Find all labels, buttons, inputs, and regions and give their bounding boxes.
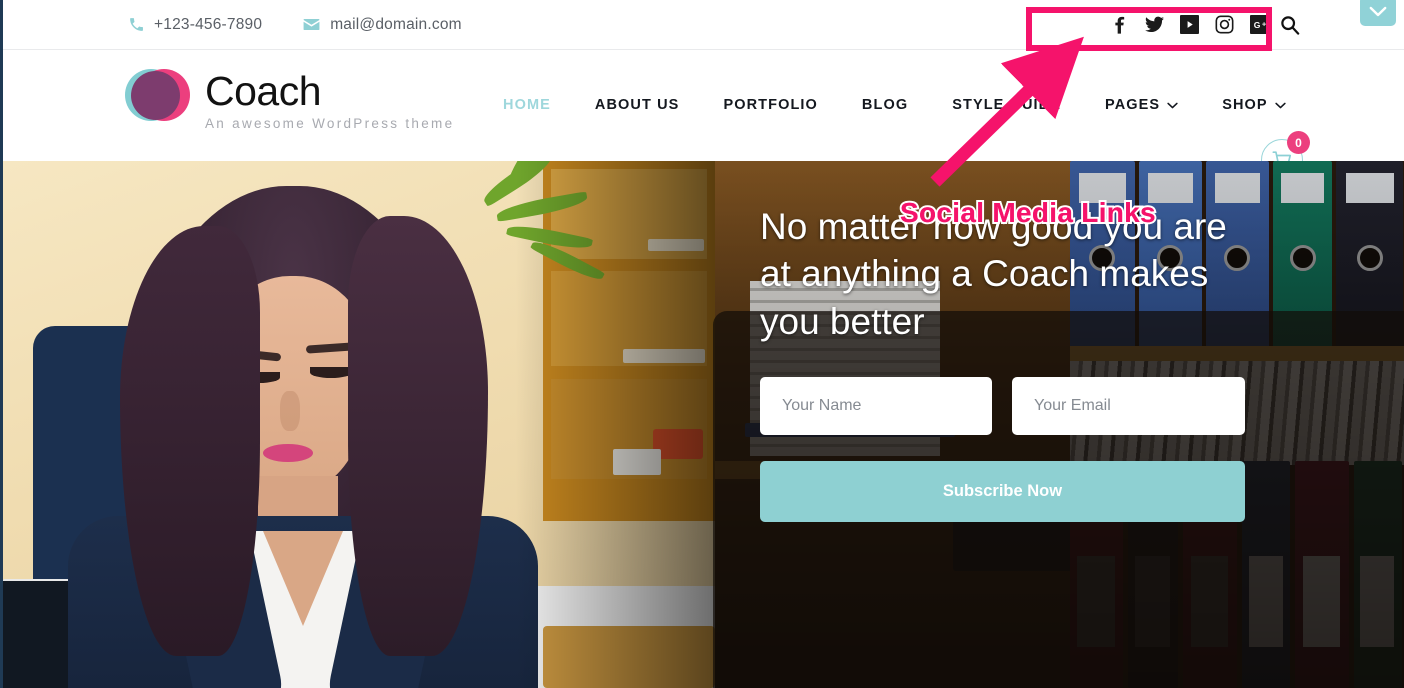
contact-group: +123-456-7890 mail@domain.com <box>128 15 502 34</box>
chevron-down-icon <box>1369 6 1387 17</box>
annotation-label: Social Media Links <box>900 197 1156 228</box>
envelope-icon <box>302 15 321 34</box>
page-root: +123-456-7890 mail@domain.com G + Coach … <box>0 0 1404 688</box>
top-bar: +123-456-7890 mail@domain.com G + <box>3 0 1404 50</box>
main-navigation: HOME ABOUT US PORTFOLIO BLOG STYLE GUIDE… <box>503 97 1330 113</box>
email-address: mail@domain.com <box>330 15 462 33</box>
site-header: Coach An awesome WordPress theme HOME AB… <box>3 51 1404 181</box>
name-input[interactable] <box>782 397 992 415</box>
nav-item-blog[interactable]: BLOG <box>862 97 908 113</box>
facebook-icon[interactable] <box>1110 15 1129 34</box>
hero-photo-left <box>3 161 715 688</box>
site-logo[interactable]: Coach An awesome WordPress theme <box>125 65 454 131</box>
youtube-icon[interactable] <box>1180 15 1199 34</box>
email-input[interactable] <box>1034 397 1245 415</box>
collapse-topbar-button[interactable] <box>1360 0 1396 26</box>
nav-item-portfolio[interactable]: PORTFOLIO <box>723 97 817 113</box>
nav-item-pages[interactable]: PAGES <box>1105 97 1178 113</box>
nav-label: BLOG <box>861 97 909 113</box>
nav-label: HOME <box>503 97 551 113</box>
brand-tagline: An awesome WordPress theme <box>205 116 455 132</box>
brand-name: Coach <box>205 68 322 114</box>
page-left-edge <box>0 0 3 688</box>
cart-count-badge: 0 <box>1287 131 1310 154</box>
name-field[interactable] <box>760 377 992 435</box>
google-plus-icon[interactable]: G + <box>1250 15 1269 34</box>
nav-label: PORTFOLIO <box>723 97 818 113</box>
nav-item-shop[interactable]: SHOP <box>1222 97 1286 113</box>
phone-number: +123-456-7890 <box>154 15 263 33</box>
phone-contact[interactable]: +123-456-7890 <box>128 16 262 34</box>
nav-label: SHOP <box>1222 97 1268 113</box>
email-contact[interactable]: mail@domain.com <box>302 15 462 34</box>
search-icon[interactable] <box>1280 15 1300 35</box>
twitter-icon[interactable] <box>1145 15 1164 34</box>
svg-text:+: + <box>1262 19 1267 28</box>
phone-icon <box>128 16 145 33</box>
instagram-icon[interactable] <box>1215 15 1234 34</box>
subscribe-now-button[interactable]: Subscribe Now <box>760 461 1245 522</box>
chevron-down-icon <box>1275 102 1286 109</box>
nav-label: PAGES <box>1105 97 1161 113</box>
svg-text:G: G <box>1254 20 1261 30</box>
nav-item-home[interactable]: HOME <box>503 97 551 113</box>
nav-item-about-us[interactable]: ABOUT US <box>595 97 680 113</box>
nav-label: ABOUT US <box>594 97 680 113</box>
chevron-down-icon <box>1167 102 1178 109</box>
nav-item-style-guide[interactable]: STYLE GUIDE <box>952 97 1061 113</box>
social-links: G + <box>1110 15 1269 34</box>
nav-label: STYLE GUIDE <box>952 97 1061 113</box>
logo-mark-icon <box>125 65 193 127</box>
email-field[interactable] <box>1012 377 1245 435</box>
